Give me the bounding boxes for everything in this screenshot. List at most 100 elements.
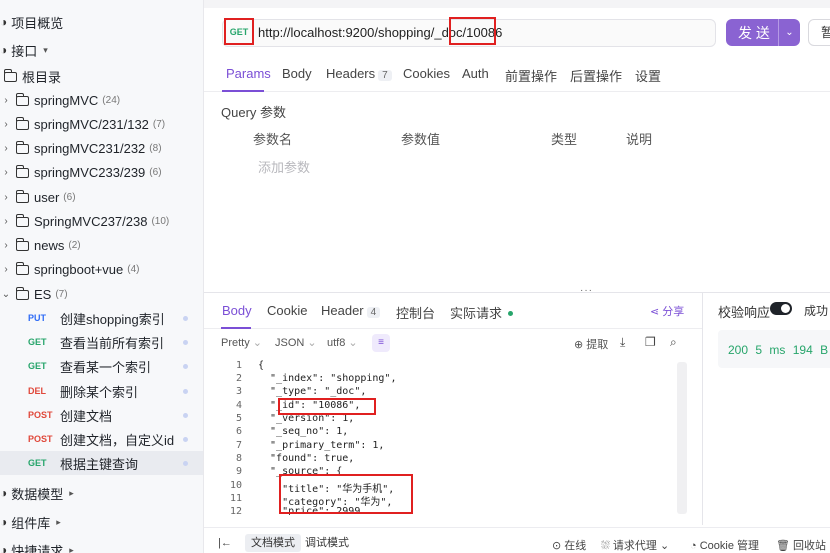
lang-label: JSON	[275, 337, 305, 349]
request-proxy-button[interactable]: ⛆ 请求代理 ⌄	[601, 537, 669, 553]
endpoint-item[interactable]: POST 创建文档，自定义id	[0, 427, 203, 451]
folder-icon	[15, 165, 29, 178]
column-header-value: 参数值	[401, 132, 441, 147]
tab-auth[interactable]: Auth	[462, 66, 489, 81]
method-badge: POST	[28, 410, 53, 420]
tab-body[interactable]: Body	[282, 66, 312, 81]
code-text: {	[258, 360, 265, 371]
recycle-bin-button[interactable]: 🗑 回收站	[776, 537, 826, 553]
resp-tab-header[interactable]: Header 4	[321, 303, 381, 318]
debug-mode-button[interactable]: 调试模式	[299, 534, 355, 552]
status-dot	[183, 413, 188, 418]
sidebar-folder[interactable]: › springboot+vue (4)	[0, 257, 203, 281]
method-select[interactable]: GET	[224, 18, 254, 45]
copy-icon[interactable]: ❐	[645, 335, 656, 349]
sidebar-folder[interactable]: › springMVC/231/132 (7)	[0, 112, 203, 136]
save-button[interactable]: 暂	[808, 19, 830, 46]
sidebar-item-api[interactable]: ◑ 接口 ▾	[0, 38, 203, 62]
format-select[interactable]: Pretty ⌄	[221, 336, 262, 349]
resp-tab-actual-request[interactable]: 实际请求	[450, 303, 514, 322]
online-label: 在线	[564, 540, 587, 552]
endpoint-label: 根据主键查询	[60, 456, 139, 472]
sidebar-item-quick-request[interactable]: ◑ 快捷请求 ▸	[0, 538, 203, 553]
success-select[interactable]: 成功 (	[804, 302, 830, 319]
sidebar-folder-es[interactable]: ⌄ ES (7)	[0, 282, 203, 306]
active-tab-indicator	[222, 90, 264, 92]
endpoint-item[interactable]: GET 查看某一个索引	[0, 354, 203, 378]
online-icon: ⊙	[552, 540, 562, 552]
status-dot	[183, 316, 188, 321]
folder-label: springMVC/231/132	[34, 116, 149, 132]
overview-icon: ◑	[0, 15, 8, 29]
status-code: 200	[728, 343, 749, 357]
chevron-down-icon[interactable]: ⌄	[778, 19, 800, 46]
chevron-right-icon: ›	[4, 239, 8, 251]
endpoint-item[interactable]: PUT 创建shopping索引	[0, 306, 203, 330]
tab-pre-script[interactable]: 前置操作	[505, 66, 557, 85]
endpoint-item[interactable]: POST 创建文档	[0, 403, 203, 427]
verify-toggle[interactable]	[770, 302, 792, 315]
tab-badge: 4	[366, 307, 381, 318]
cookie-manager-button[interactable]: ◔ Cookie 管理	[690, 537, 759, 553]
sidebar-item-components[interactable]: ◑ 组件库 ▸	[0, 510, 203, 534]
code-line: 1{	[212, 360, 690, 373]
resp-tab-cookie[interactable]: Cookie	[267, 303, 307, 318]
recycle-label: 回收站	[793, 540, 827, 552]
wrap-lines-icon[interactable]: ≡	[372, 334, 390, 352]
sidebar-folder[interactable]: › SpringMVC237/238 (10)	[0, 209, 203, 233]
sidebar-folder[interactable]: › springMVC (24)	[0, 88, 203, 112]
send-button[interactable]: 发 送 ⌄	[726, 19, 800, 46]
sidebar-folder[interactable]: › springMVC231/232 (8)	[0, 136, 203, 160]
tab-label: Header	[321, 303, 364, 318]
download-icon[interactable]: ⤓	[620, 335, 625, 350]
endpoint-label: 创建文档，自定义id	[60, 432, 175, 448]
endpoint-label: 创建文档	[60, 408, 113, 424]
code-text: "found": true,	[258, 453, 355, 464]
folder-icon	[15, 117, 29, 130]
folder-count: (8)	[149, 142, 162, 154]
tab-headers[interactable]: Headers 7	[326, 66, 392, 81]
sidebar-item-root[interactable]: 根目录	[3, 64, 203, 88]
sidebar-item-data-model[interactable]: ◑ 数据模型 ▸	[0, 481, 203, 505]
status-dot	[183, 437, 188, 442]
line-number: 4	[235, 400, 242, 411]
method-badge: GET	[28, 458, 47, 468]
extract-button[interactable]: ⊕ 提取	[574, 336, 608, 352]
method-badge: GET	[28, 337, 47, 347]
folder-icon	[3, 69, 17, 82]
sidebar-folder[interactable]: › news (2)	[0, 233, 203, 257]
share-button[interactable]: ⋖ 分享	[650, 303, 684, 319]
top-strip	[204, 0, 830, 8]
tab-cookies[interactable]: Cookies	[403, 66, 450, 81]
search-icon[interactable]: ⌕	[670, 335, 677, 350]
sidebar-item-overview[interactable]: ◑ 项目概览	[0, 10, 203, 34]
folder-icon	[15, 287, 29, 300]
chevron-right-icon: ›	[4, 166, 8, 178]
collapse-sidebar-icon[interactable]: |←	[218, 537, 232, 549]
encoding-select[interactable]: utf8 ⌄	[327, 336, 358, 349]
tab-settings[interactable]: 设置	[635, 66, 661, 85]
add-param-input[interactable]: 添加参数	[258, 157, 310, 176]
folder-label: springMVC	[34, 92, 99, 108]
lang-select[interactable]: JSON ⌄	[275, 336, 317, 349]
scrollbar[interactable]	[677, 362, 687, 514]
tab-post-script[interactable]: 后置操作	[570, 66, 622, 85]
folder-icon	[15, 141, 29, 154]
folder-label: springMVC233/239	[34, 164, 146, 180]
folder-icon	[15, 214, 29, 227]
endpoint-item[interactable]: GET 查看当前所有索引	[0, 330, 203, 354]
send-label: 发 送	[738, 24, 770, 41]
endpoint-item-active[interactable]: GET 根据主键查询	[0, 451, 203, 475]
endpoint-item[interactable]: DEL 删除某个索引	[0, 379, 203, 403]
resp-tab-console[interactable]: 控制台	[396, 303, 435, 322]
doc-mode-button[interactable]: 文档模式	[245, 534, 301, 552]
tab-params[interactable]: Params	[226, 66, 271, 81]
sidebar-folder[interactable]: › springMVC233/239 (6)	[0, 160, 203, 184]
sidebar-item-label: 项目概览	[11, 15, 64, 31]
chevron-down-icon: ⌄	[252, 337, 263, 349]
folder-label: springboot+vue	[34, 261, 124, 277]
resp-tab-body[interactable]: Body	[222, 303, 252, 318]
sidebar-folder[interactable]: › user (6)	[0, 185, 203, 209]
online-status[interactable]: ⊙ 在线	[552, 537, 586, 553]
code-text: "_type": "_doc",	[258, 386, 367, 397]
